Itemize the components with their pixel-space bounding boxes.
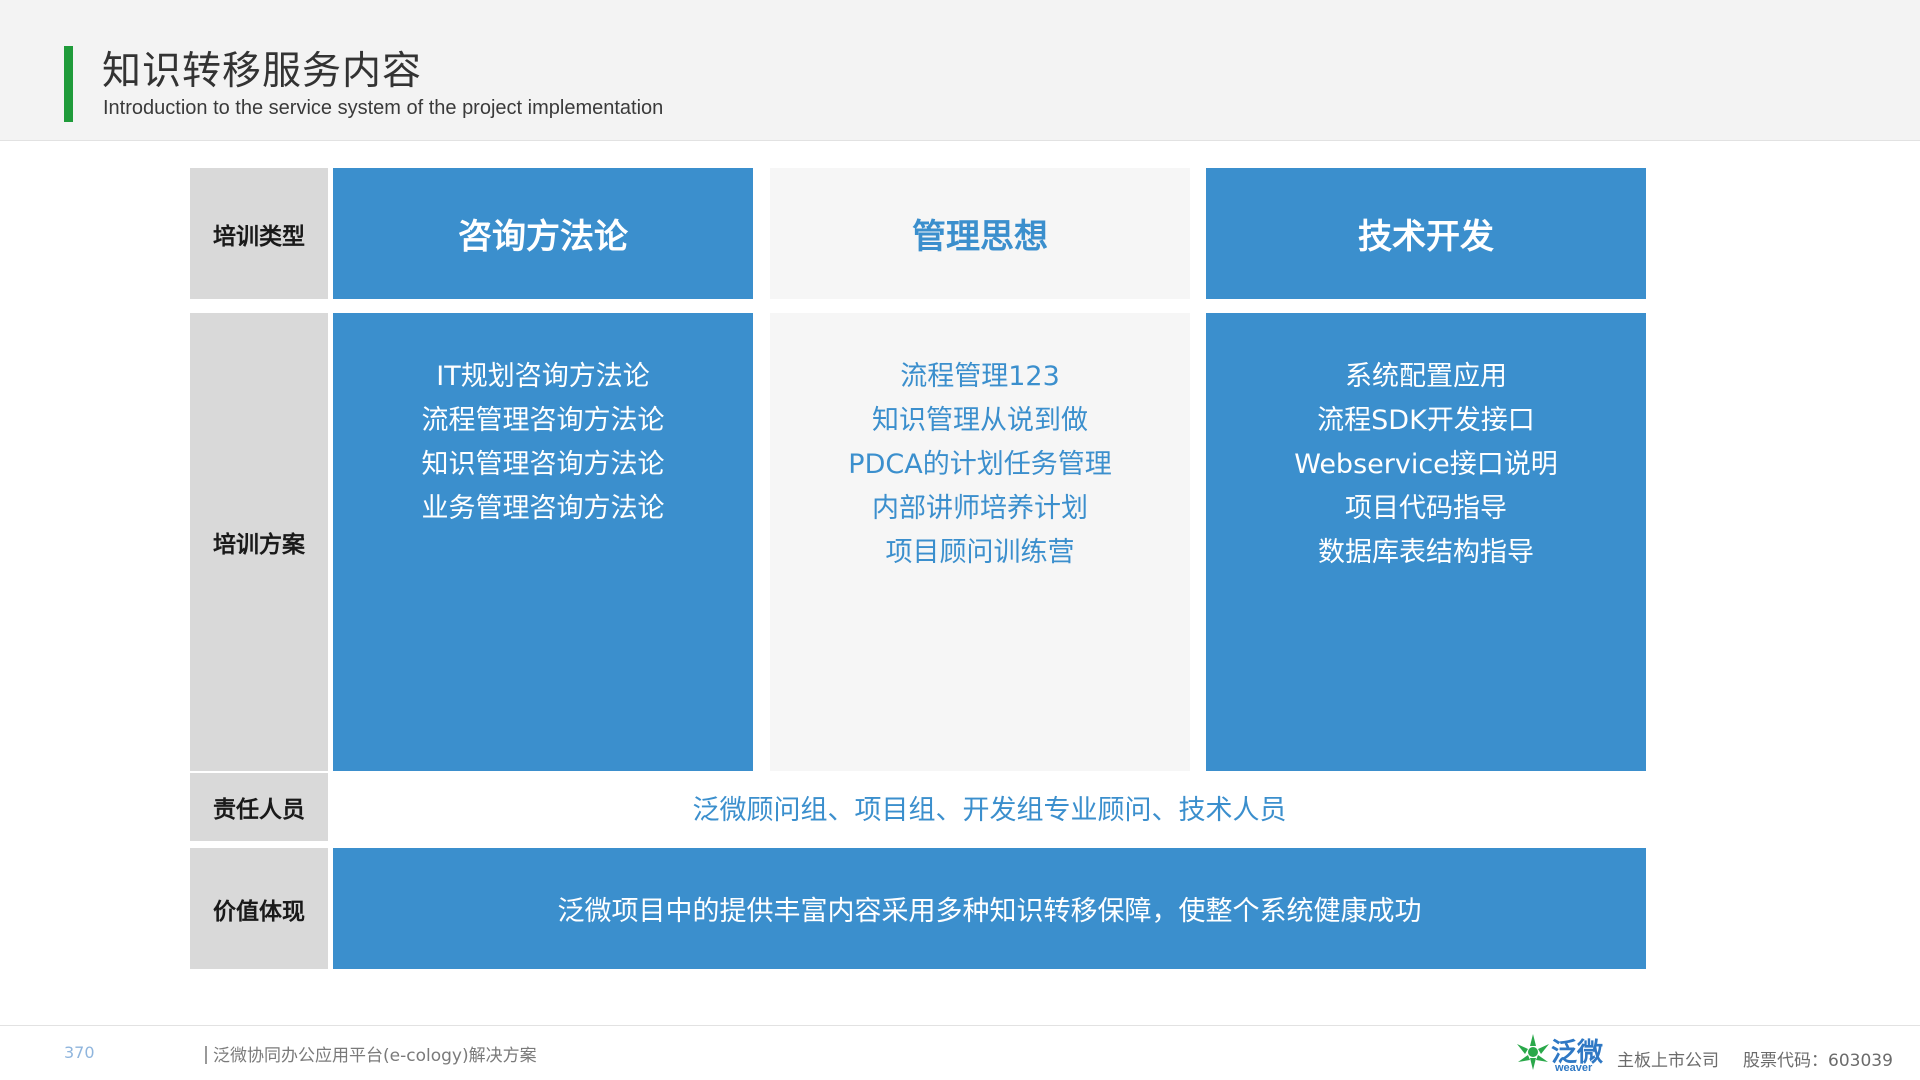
- slide-title: 知识转移服务内容: [102, 49, 423, 94]
- column-header-management: 管理思想: [770, 168, 1190, 299]
- footer-doc-title: 泛微协同办公应用平台(e-cology)解决方案: [205, 1041, 537, 1066]
- list-item: Webservice接口说明: [1294, 449, 1558, 480]
- plan-list-tech-dev: 系统配置应用 流程SDK开发接口 Webservice接口说明 项目代码指导 数…: [1206, 313, 1646, 771]
- row-label-training-plan: 培训方案: [190, 313, 328, 771]
- plan-list-consulting: IT规划咨询方法论 流程管理咨询方法论 知识管理咨询方法论 业务管理咨询方法论: [333, 313, 753, 771]
- listed-company-text: 主板上市公司: [1617, 1051, 1719, 1071]
- list-item: 系统配置应用: [1345, 361, 1507, 392]
- list-item: 内部讲师培养计划: [872, 493, 1088, 524]
- list-item: IT规划咨询方法论: [436, 361, 650, 392]
- row-label-responsible-people: 责任人员: [190, 773, 328, 841]
- row-label-training-type: 培训类型: [190, 168, 328, 299]
- list-item: 流程SDK开发接口: [1317, 405, 1535, 436]
- list-item: 知识管理从说到做: [872, 405, 1088, 436]
- column-header-consulting: 咨询方法论: [333, 168, 753, 299]
- slide-header: 知识转移服务内容 Introduction to the service sys…: [0, 0, 1920, 141]
- list-item: 业务管理咨询方法论: [421, 493, 665, 524]
- list-item: 流程管理咨询方法论: [421, 405, 665, 436]
- list-item: 流程管理123: [900, 361, 1060, 392]
- stock-code-text: 股票代码：603039: [1743, 1051, 1893, 1071]
- list-item: 知识管理咨询方法论: [421, 449, 665, 480]
- company-logo: 泛微 weaver: [1515, 1030, 1603, 1076]
- column-header-tech-dev: 技术开发: [1206, 168, 1646, 299]
- footer-separator: [205, 1046, 207, 1064]
- slide-subtitle: Introduction to the service system of th…: [103, 97, 664, 119]
- footer-doc-title-text: 泛微协同办公应用平台(e-cology)解决方案: [213, 1046, 537, 1066]
- row-label-value: 价值体现: [190, 848, 328, 969]
- responsible-people-text: 泛微顾问组、项目组、开发组专业顾问、技术人员: [333, 773, 1646, 841]
- plan-list-management: 流程管理123 知识管理从说到做 PDCA的计划任务管理 内部讲师培养计划 项目…: [770, 313, 1190, 771]
- footer-divider: [0, 1025, 1920, 1026]
- title-accent-bar: [64, 46, 73, 122]
- list-item: 项目代码指导: [1345, 493, 1507, 524]
- list-item: 数据库表结构指导: [1318, 537, 1534, 568]
- list-item: PDCA的计划任务管理: [848, 449, 1112, 480]
- weaver-logo-icon: [1517, 1034, 1549, 1070]
- value-statement: 泛微项目中的提供丰富内容采用多种知识转移保障，使整个系统健康成功: [333, 848, 1646, 969]
- page-number: 370: [64, 1043, 95, 1062]
- list-item: 项目顾问训练营: [885, 537, 1075, 568]
- logo-en-text: weaver: [1555, 1062, 1593, 1074]
